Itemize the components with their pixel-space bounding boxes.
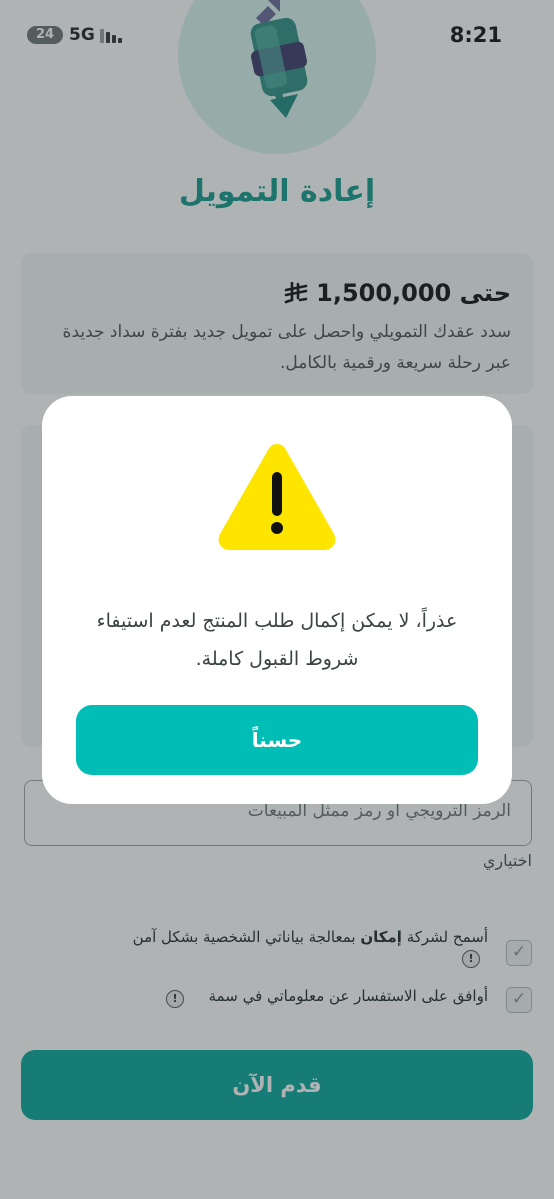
error-dialog: عذراً، لا يمكن إكمال طلب المنتج لعدم است…	[42, 396, 512, 804]
dialog-message: عذراً، لا يمكن إكمال طلب المنتج لعدم است…	[96, 610, 458, 670]
warning-icon	[218, 444, 336, 550]
ok-button[interactable]: حسناً	[76, 705, 478, 775]
